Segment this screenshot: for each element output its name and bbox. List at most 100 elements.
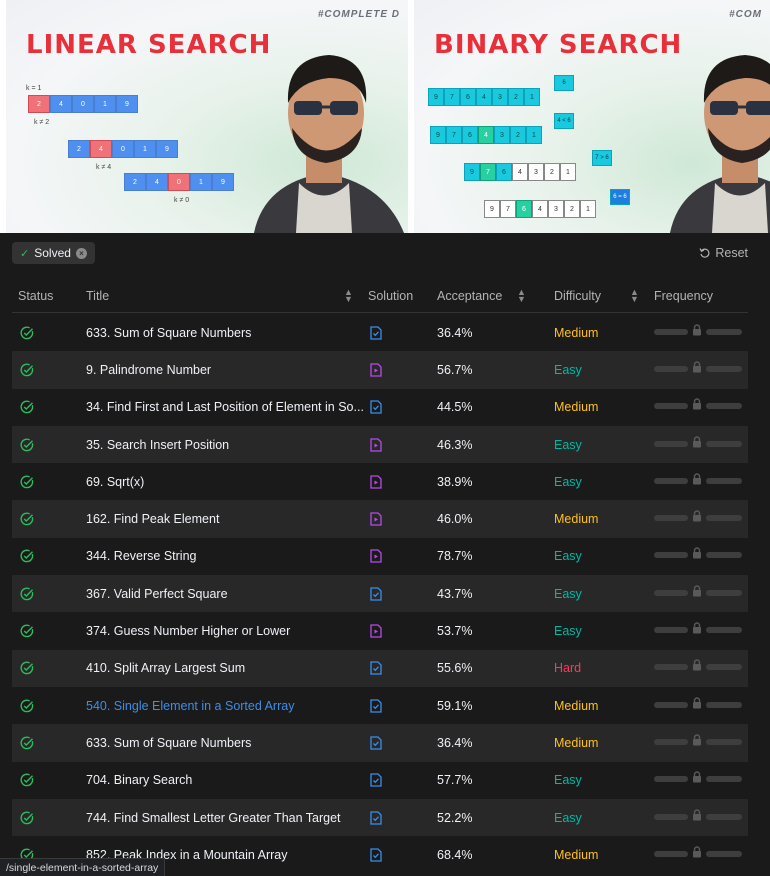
table-row[interactable]: 540. Single Element in a Sorted Array 59… (12, 687, 748, 724)
sort-difficulty-icon[interactable]: ▲ ▼ (630, 288, 639, 304)
array-cell: 3 (528, 163, 544, 181)
problem-title-link[interactable]: 633. Sum of Square Numbers (86, 326, 251, 340)
lock-icon (693, 473, 701, 485)
linear-search-thumbnail[interactable]: #COMPLETE D LINEAR SEARCH 24019k = 1k ≠ … (6, 0, 408, 233)
array-cell: 7 (446, 126, 462, 144)
lock-icon (693, 323, 701, 336)
problem-title-link[interactable]: 367. Valid Perfect Square (86, 587, 228, 601)
table-row[interactable]: 34. Find First and Last Position of Elem… (12, 389, 748, 426)
lock-icon (693, 696, 701, 709)
problem-title-link[interactable]: 374. Guess Number Higher or Lower (86, 624, 290, 638)
problem-list-panel: ✓ Solved × Reset Status Title ▲ ▼ Solutio… (0, 233, 770, 876)
problem-title-link[interactable]: 344. Reverse String (86, 549, 196, 563)
sort-title-icon[interactable]: ▲ ▼ (344, 288, 353, 304)
article-icon[interactable] (370, 773, 382, 787)
column-acceptance[interactable]: Acceptance (437, 289, 502, 303)
array-cell: 2 (68, 140, 90, 158)
annotation: k ≠ 4 (96, 164, 112, 171)
table-row[interactable]: 162. Find Peak Element 46.0% Medium (12, 500, 748, 538)
table-row[interactable]: 35. Search Insert Position 46.3% Easy (12, 425, 748, 464)
video-icon[interactable] (370, 363, 382, 377)
array-cell: 3 (548, 200, 564, 218)
reset-label: Reset (715, 246, 748, 260)
video-icon[interactable] (370, 512, 382, 526)
problem-title-link[interactable]: 34. Find First and Last Position of Elem… (86, 400, 364, 414)
presenter-photo (254, 55, 404, 233)
frequency-bar (654, 846, 742, 859)
solved-filter-chip[interactable]: ✓ Solved × (12, 242, 95, 264)
article-icon[interactable] (370, 698, 382, 713)
thumbnail-tag: #COMPLETE D (317, 9, 400, 20)
article-icon[interactable] (370, 848, 382, 862)
filter-chip-label: Solved (34, 246, 71, 260)
video-icon[interactable] (370, 475, 382, 489)
array-cell: 1 (94, 95, 116, 113)
video-icon[interactable] (370, 624, 382, 638)
lock-icon (693, 734, 701, 746)
array-cell: 4 (90, 140, 112, 158)
array-cell: 9 (464, 163, 480, 181)
array-cell: 6 (516, 200, 532, 218)
problem-title-link[interactable]: 162. Find Peak Element (86, 512, 219, 526)
difficulty-label: Easy (554, 474, 582, 489)
frequency-bar (654, 398, 742, 411)
table-row[interactable]: 344. Reverse String 78.7% Easy (12, 538, 748, 575)
sort-acceptance-icon[interactable]: ▲ ▼ (517, 288, 526, 304)
problem-title-link[interactable]: 704. Binary Search (86, 773, 192, 787)
table-row[interactable]: 374. Guess Number Higher or Lower 53.7% … (12, 612, 748, 649)
article-icon[interactable] (370, 400, 382, 414)
table-row[interactable]: 744. Find Smallest Letter Greater Than T… (12, 798, 748, 837)
problem-title-link[interactable]: 540. Single Element in a Sorted Array (86, 699, 294, 713)
table-row[interactable]: 367. Valid Perfect Square 43.7% Easy (12, 575, 748, 613)
table-row[interactable]: 9. Palindrome Number 56.7% Easy (12, 351, 748, 389)
check-circle-icon (20, 549, 34, 563)
comparison-label: 6 = 6 (610, 189, 630, 205)
array-cell: 7 (444, 88, 460, 106)
check-circle-icon (20, 587, 34, 600)
video-icon[interactable] (370, 549, 382, 564)
column-difficulty[interactable]: Difficulty (554, 289, 601, 303)
problem-title-link[interactable]: 633. Sum of Square Numbers (86, 736, 251, 750)
check-circle-icon (20, 400, 34, 414)
problem-title-link[interactable]: 410. Split Array Largest Sum (86, 661, 245, 675)
check-circle-icon (20, 773, 34, 787)
article-icon[interactable] (370, 810, 382, 825)
acceptance-rate: 52.2% (437, 810, 473, 825)
table-row[interactable]: 633. Sum of Square Numbers 36.4% Medium (12, 314, 748, 351)
array-cell: 3 (494, 126, 510, 144)
article-icon[interactable] (370, 661, 382, 675)
problem-title-link[interactable]: 9. Palindrome Number (86, 363, 211, 377)
reset-button[interactable]: Reset (699, 246, 748, 260)
acceptance-rate: 78.7% (437, 549, 473, 564)
array-cell: 2 (564, 200, 580, 218)
article-icon[interactable] (370, 736, 382, 750)
remove-filter-icon[interactable]: × (75, 247, 87, 259)
array-cell: 0 (112, 140, 134, 158)
problem-title-link[interactable]: 35. Search Insert Position (86, 438, 229, 452)
array-cell: 2 (28, 95, 50, 113)
table-row[interactable]: 410. Split Array Largest Sum 55.6% Hard (12, 649, 748, 687)
array-row: 24019 (68, 140, 178, 158)
video-icon[interactable] (370, 437, 382, 452)
acceptance-rate: 46.3% (437, 437, 473, 452)
problem-title-link[interactable]: 69. Sqrt(x) (86, 475, 144, 489)
column-title[interactable]: Title (86, 289, 109, 303)
acceptance-rate: 36.4% (437, 735, 473, 750)
article-icon[interactable] (370, 325, 382, 340)
article-icon[interactable] (370, 587, 382, 601)
problem-title-link[interactable]: 744. Find Smallest Letter Greater Than T… (86, 811, 341, 825)
check-circle-icon (20, 438, 34, 451)
binary-search-thumbnail[interactable]: #COM BINARY SEARCH 976432197643219764321… (414, 0, 770, 233)
table-row[interactable]: 69. Sqrt(x) 38.9% Easy (12, 463, 748, 500)
annotation: k = 1 (26, 85, 42, 92)
array-cell: 9 (156, 140, 178, 158)
array-cell: 9 (212, 173, 234, 191)
table-row[interactable]: 633. Sum of Square Numbers 36.4% Medium (12, 724, 748, 762)
table-row[interactable]: 704. Binary Search 57.7% Easy (12, 762, 748, 799)
check-circle-icon (20, 736, 34, 750)
acceptance-rate: 43.7% (437, 586, 473, 601)
array-row: 9764321 (464, 163, 576, 181)
array-row: 9764321 (430, 126, 542, 144)
array-cell: 6 (460, 88, 476, 106)
array-cell: 1 (134, 140, 156, 158)
